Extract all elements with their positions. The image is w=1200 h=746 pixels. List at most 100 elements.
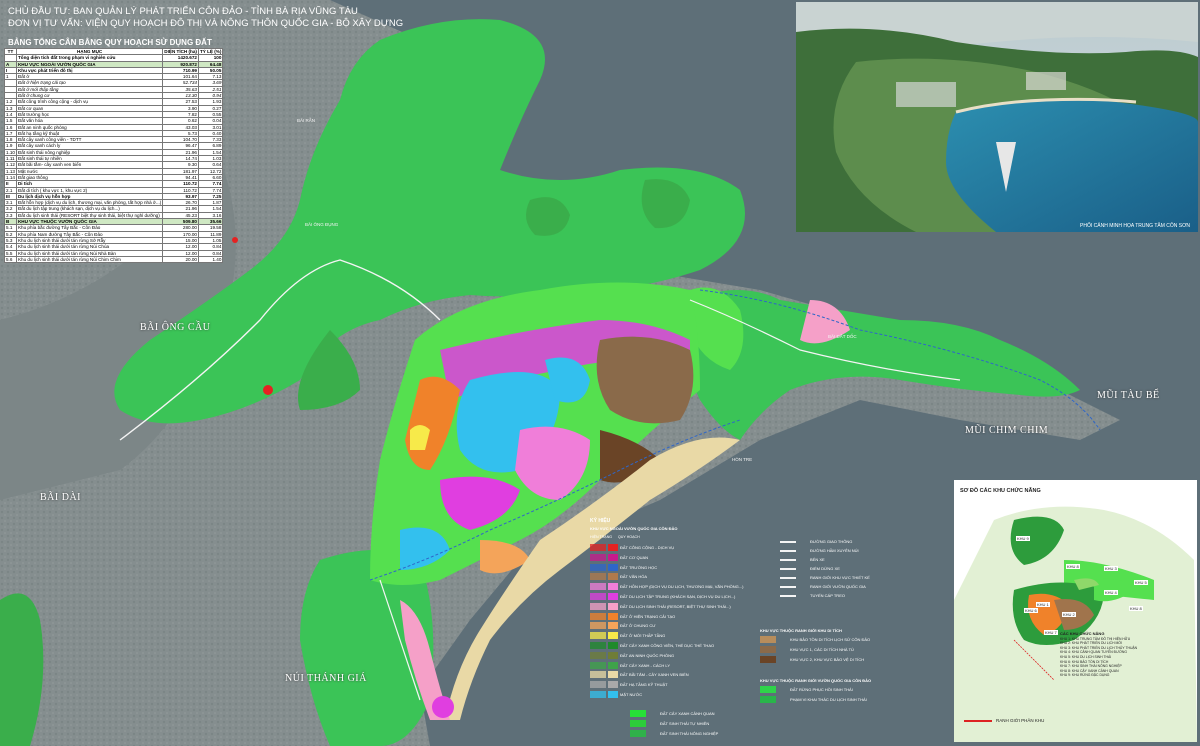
- legend-swatch-existing: [590, 651, 606, 659]
- land-balance-title: BẢNG TỔNG CÂN BẰNG QUY HOẠCH SỬ DỤNG ĐẤT: [8, 38, 212, 47]
- legend-swatch-existing: [590, 563, 606, 571]
- legend-label: RANH GIỚI KHU VỰC THIẾT KẾ: [810, 575, 870, 580]
- legend-swatch-existing: [590, 661, 606, 669]
- legend-swatch: [608, 632, 618, 640]
- marker-red-west: [263, 385, 273, 395]
- legend-label: ĐẤT CÂY XANH CÔNG VIÊN, THỂ DỤC THỂ THAO: [620, 643, 715, 648]
- legend-label: ĐẤT SINH THÁI TỰ NHIÊN: [660, 721, 710, 726]
- legend-col-existing: HIỆN TRẠNG: [590, 535, 613, 539]
- inset-zone-label: KHU 9: [1016, 536, 1030, 541]
- relic-zone: [596, 336, 694, 424]
- legend-swatch-existing: [590, 544, 606, 551]
- row-item: Đất hỗn hợp (dịch vụ du lịch, thương mại…: [15, 199, 164, 207]
- legend-swatch: [608, 583, 618, 591]
- row-item: Đất du lịch sinh thái (RESORT biệt thự s…: [15, 211, 164, 220]
- functional-zone-inset: SƠ ĐỒ CÁC KHU CHỨC NĂNG KHU 9 KHU 6 KHU 8K…: [954, 480, 1197, 742]
- boundary-line-swatch: [964, 719, 992, 722]
- legend-label: ĐIỂM DỪNG XE: [810, 566, 840, 571]
- legend-label: ĐẤT Ở HIỆN TRẠNG CẢI TẠO: [620, 613, 676, 619]
- legend-swatch: [630, 710, 646, 717]
- row-item: Khu du lịch sinh thái dưới tán rừng Núi …: [15, 255, 164, 264]
- legend-label: ĐẤT AN NINH QUỐC PHÒNG: [620, 652, 675, 658]
- land-balance-table: TT HẠNG MỤC DIỆN TÍCH (ha) TỶ LỆ (%) Tổn…: [4, 47, 224, 264]
- legend-line-swatch: [780, 577, 796, 579]
- row-area: 20.00: [162, 255, 199, 264]
- legend-label: ĐẤT HẠ TẦNG KỸ THUẬT: [620, 682, 668, 688]
- legend-line-swatch: [780, 541, 796, 543]
- legend-swatch: [630, 730, 646, 737]
- inset-zone-label: KHU 7: [1044, 630, 1058, 635]
- label-bai-ong-dung: BÃI ÔNG ĐỤNG: [305, 222, 339, 227]
- label-mui-tau-be: MŨI TÀU BỂ: [1097, 390, 1160, 401]
- client-line: CHỦ ĐẦU TƯ: BAN QUẢN LÝ PHÁT TRIỂN CÔN Đ…: [8, 6, 358, 17]
- legend-swatch: [608, 661, 618, 669]
- legend-swatch-existing: [590, 632, 606, 640]
- perspective-caption: PHỐI CẢNH MINH HỌA TRUNG TÂM CÔN SƠN: [1080, 223, 1190, 229]
- legend-swatch-existing: [590, 593, 606, 600]
- inset-boundary-key: RANH GIỚI PHÂN KHU: [964, 718, 1044, 723]
- legend-swatch: [760, 646, 776, 653]
- legend-label: ĐƯỜNG GIAO THÔNG: [810, 539, 853, 544]
- table-row: 3.1 Đất hỗn hợp (dịch vụ du lịch, thương …: [4, 199, 224, 207]
- legend-np-title: KHU VỰC THUỘC RANH GIỚI VƯỜN QUỐC GIA CÔ…: [760, 678, 872, 683]
- legend-swatch-existing: [590, 612, 606, 620]
- inset-legend-item: KHU 9: KHU RỪNG ĐẶC DỤNG: [1060, 673, 1110, 678]
- label-bai-dai: BÃI DÀI: [40, 492, 81, 503]
- legend-swatch: [608, 573, 618, 581]
- legend-label: PHẠM VI KHAI THÁC DU LỊCH SINH THÁI: [790, 697, 867, 702]
- legend-title: KÝ HIỆU: [590, 518, 611, 524]
- legend-swatch-existing: [590, 553, 606, 561]
- legend-swatch: [608, 553, 618, 561]
- legend-label: BẾN XE: [810, 557, 825, 562]
- table-row: Tổng diện tích đất trong phạm vi nghiên …: [4, 54, 224, 62]
- legend-swatch: [608, 622, 618, 630]
- legend-swatch: [760, 696, 776, 703]
- legend-label: ĐẤT VĂN HÓA: [620, 574, 648, 580]
- legend-swatch: [608, 593, 618, 600]
- inset-zone-label: KHU 6: [1024, 608, 1038, 613]
- legend-swatch: [608, 671, 618, 679]
- col-area: DIỆN TÍCH (ha): [162, 47, 199, 56]
- legend-label: ĐẤT HỖN HỢP (DỊCH VỤ DU LỊCH, THƯƠNG MẠI…: [620, 584, 744, 590]
- table-row: 3.3 Đất du lịch sinh thái (RESORT biệt th…: [4, 211, 224, 220]
- legend-label: ĐƯỜNG HẦM XUYÊN NÚI: [810, 548, 859, 553]
- legend-swatch: [608, 563, 618, 571]
- inset-zone-label: KHU 3: [1104, 566, 1118, 571]
- legend-swatch-existing: [590, 671, 606, 679]
- legend-label: ĐẤT Ở CHUNG CƯ: [620, 623, 656, 629]
- legend-label: ĐẤT BÃI TẮM - CÂY XANH VEN BIỂN: [620, 672, 689, 678]
- legend-label: KHU VỰC 1, CÁC DI TÍCH NHÀ TÙ: [790, 647, 854, 652]
- perspective-render: PHỐI CẢNH MINH HỌA TRUNG TÂM CÔN SƠN: [796, 2, 1198, 232]
- table-row: 5.6 Khu du lịch sinh thái dưới tán rừng N…: [4, 255, 224, 264]
- legend-label: ĐẤT SINH THÁI NÔNG NGHIỆP: [660, 731, 719, 736]
- label-mui-chim-chim: MŨI CHIM CHIM: [965, 425, 1049, 436]
- label-bai-ong-cau: BÃI ÔNG CẦU: [140, 322, 211, 333]
- legend-label: ĐẤT CÔNG CỘNG - DỊCH VỤ: [620, 545, 675, 550]
- inset-zone-label: KHU 2: [1062, 612, 1076, 617]
- legend-relic-title: KHU VỰC THUỘC RANH GIỚI KHU DI TÍCH: [760, 628, 842, 633]
- legend-swatch: [630, 720, 646, 727]
- legend-swatch: [608, 691, 618, 698]
- inset-legend: CÁC KHU CHỨC NĂNG KHU 1: KHU TRUNG TÂM Đ…: [1060, 631, 1137, 678]
- marker-red-north: [232, 237, 238, 243]
- label-bai-dat-doc: BÃI ĐẤT DỐC: [828, 334, 857, 339]
- legend-swatch: [608, 642, 618, 649]
- legend-line-swatch: [780, 550, 796, 552]
- table-row: 5.5 Khu du lịch sinh thái dưới tán rừng N…: [4, 249, 224, 257]
- row-code: 1.13: [4, 167, 17, 175]
- legend-line-swatch: [780, 559, 796, 561]
- legend-label: KHU VỰC 2, KHU VỰC BẢO VỆ DI TÍCH: [790, 657, 865, 662]
- inset-zone-label: KHU 8: [1129, 606, 1143, 611]
- legend-swatch: [608, 544, 618, 551]
- row-code: 1.10: [4, 148, 17, 157]
- legend-label: RANH GIỚI VƯỜN QUỐC GIA: [810, 584, 866, 589]
- row-code: 1.14: [4, 173, 17, 182]
- inset-zone-label: KHU 4: [1104, 590, 1118, 595]
- legend-label: MẶT NƯỚC: [620, 692, 643, 697]
- legend-label: ĐẤT CƠ QUAN: [620, 554, 649, 560]
- row-code: 1.11: [4, 155, 17, 163]
- legend-swatch-existing: [590, 602, 606, 610]
- legend-swatch: [760, 636, 776, 643]
- legend-label: ĐẤT TRƯỜNG HỌC: [620, 564, 658, 570]
- legend-col-planned: QUY HOẠCH: [618, 535, 640, 539]
